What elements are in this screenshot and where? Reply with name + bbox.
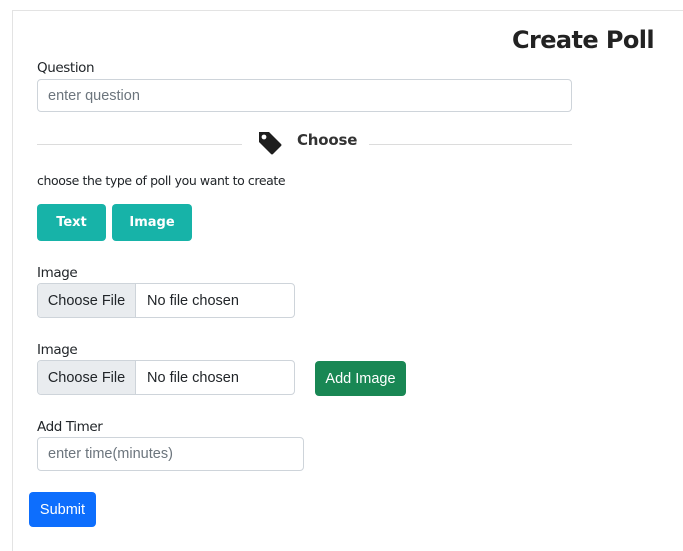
- choose-file-button-1[interactable]: Choose File: [38, 284, 136, 317]
- file-status-1: No file chosen: [147, 292, 239, 309]
- timer-input[interactable]: enter time(minutes): [37, 437, 304, 471]
- submit-button[interactable]: Submit: [29, 492, 96, 527]
- timer-placeholder: enter time(minutes): [48, 446, 173, 462]
- question-input[interactable]: enter question: [37, 79, 572, 112]
- add-image-button[interactable]: Add Image: [315, 361, 406, 396]
- image-label-2: Image: [37, 342, 78, 358]
- question-placeholder: enter question: [48, 87, 140, 104]
- timer-label: Add Timer: [37, 419, 103, 435]
- divider-line-right: [369, 144, 572, 145]
- image-file-input-1[interactable]: Choose File No file chosen: [37, 283, 295, 318]
- poll-type-text-button[interactable]: Text: [37, 204, 106, 241]
- divider-line-left: [37, 144, 242, 145]
- image-label-1: Image: [37, 265, 78, 281]
- image-file-input-2[interactable]: Choose File No file chosen: [37, 360, 295, 395]
- page-title: Create Poll: [512, 26, 655, 54]
- divider-label: Choose: [297, 131, 358, 149]
- tag-icon: [256, 129, 284, 155]
- choose-file-button-2[interactable]: Choose File: [38, 361, 136, 394]
- file-status-2: No file chosen: [147, 369, 239, 386]
- poll-type-prompt: choose the type of poll you want to crea…: [37, 173, 286, 188]
- poll-type-image-button[interactable]: Image: [112, 204, 192, 241]
- question-label: Question: [37, 60, 95, 76]
